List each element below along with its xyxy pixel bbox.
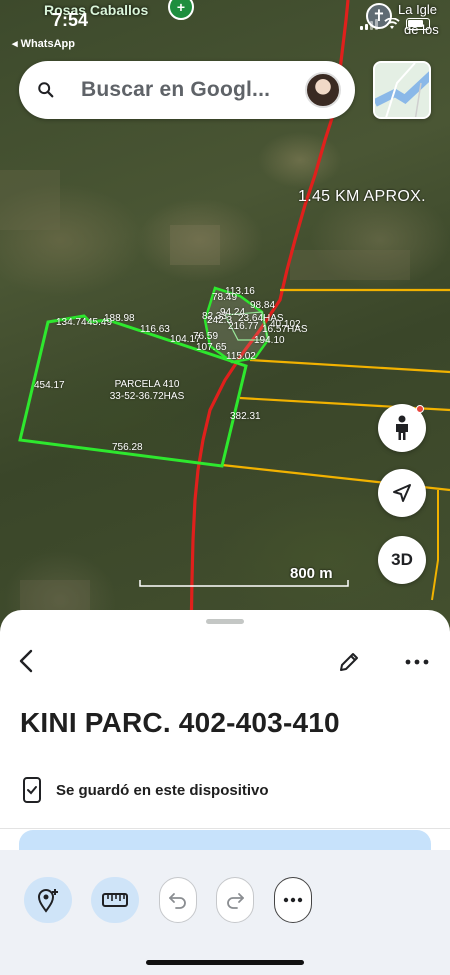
more-horizontal-icon xyxy=(283,897,303,903)
back-chevron-icon[interactable] xyxy=(14,648,40,674)
location-arrow-icon xyxy=(393,484,411,502)
my-location-button[interactable] xyxy=(378,469,426,517)
search-bar[interactable]: Buscar en Googl... xyxy=(19,61,355,119)
distance-label: 1.45 KM APROX. xyxy=(298,188,426,205)
saved-status-row: Se guardó en este dispositivo xyxy=(22,776,269,804)
search-icon[interactable] xyxy=(37,81,55,99)
length-label: 194.10 xyxy=(254,335,285,346)
cluster-label: 23.64HAS xyxy=(238,313,284,324)
length-label: 454.17 xyxy=(34,380,65,391)
saved-status-text: Se guardó en este dispositivo xyxy=(56,781,269,799)
notification-dot xyxy=(416,405,424,413)
redo-icon xyxy=(227,893,244,909)
length-label: 76.59 xyxy=(193,331,219,342)
back-to-app-link[interactable]: ◂ WhatsApp xyxy=(12,37,75,50)
divider xyxy=(0,828,450,829)
status-icons xyxy=(360,18,430,30)
ruler-icon xyxy=(102,893,128,907)
signal-icon xyxy=(360,18,378,30)
search-input[interactable]: Buscar en Googl... xyxy=(81,78,305,102)
length-label: 107.65 xyxy=(196,342,227,353)
more-horizontal-icon[interactable] xyxy=(404,650,430,674)
measure-button[interactable] xyxy=(91,877,139,923)
length-label: 134.74 xyxy=(56,317,87,328)
street-view-icon xyxy=(396,415,408,440)
length-label: 188.98 xyxy=(104,313,135,324)
home-indicator xyxy=(146,960,304,965)
boundary-yellow-line xyxy=(431,490,439,601)
undo-icon xyxy=(169,893,186,909)
parcel-name-label: PARCELA 410 xyxy=(114,379,180,390)
add-place-button[interactable] xyxy=(24,877,72,923)
sheet-drag-handle[interactable] xyxy=(206,619,244,624)
length-label: 78.49 xyxy=(212,292,238,303)
add-place-icon xyxy=(37,889,58,913)
3d-toggle-button[interactable]: 3D xyxy=(378,536,426,584)
device-saved-icon xyxy=(23,777,41,803)
length-label: 115.02 xyxy=(226,351,256,362)
map-view[interactable]: Rosas Caballos + ✝ La Igle de los 7:54 ◂… xyxy=(0,0,450,640)
length-label: 756.28 xyxy=(112,442,143,453)
status-time: 7:54 xyxy=(52,10,89,30)
length-label: 382.31 xyxy=(230,411,261,422)
place-title: KINI PARC. 402-403-410 xyxy=(20,707,340,738)
undo-button[interactable] xyxy=(159,877,197,923)
cluster-label: 16.57HAS xyxy=(262,324,308,335)
length-label: 98.84 xyxy=(250,300,276,311)
more-tools-button[interactable] xyxy=(274,877,312,923)
avatar[interactable] xyxy=(305,72,341,108)
place-label: La Igle xyxy=(398,2,438,17)
boundary-yellow-line xyxy=(249,358,450,374)
redo-button[interactable] xyxy=(216,877,254,923)
battery-icon xyxy=(406,18,430,30)
length-label: 116.63 xyxy=(140,324,170,335)
scale-label: 800 m xyxy=(290,565,333,582)
layers-icon xyxy=(375,63,429,117)
wifi-icon xyxy=(384,18,400,29)
pencil-icon[interactable] xyxy=(337,650,361,674)
layers-button[interactable] xyxy=(373,61,431,119)
parcel-area-label: 33-52-36.72HAS xyxy=(109,391,185,402)
